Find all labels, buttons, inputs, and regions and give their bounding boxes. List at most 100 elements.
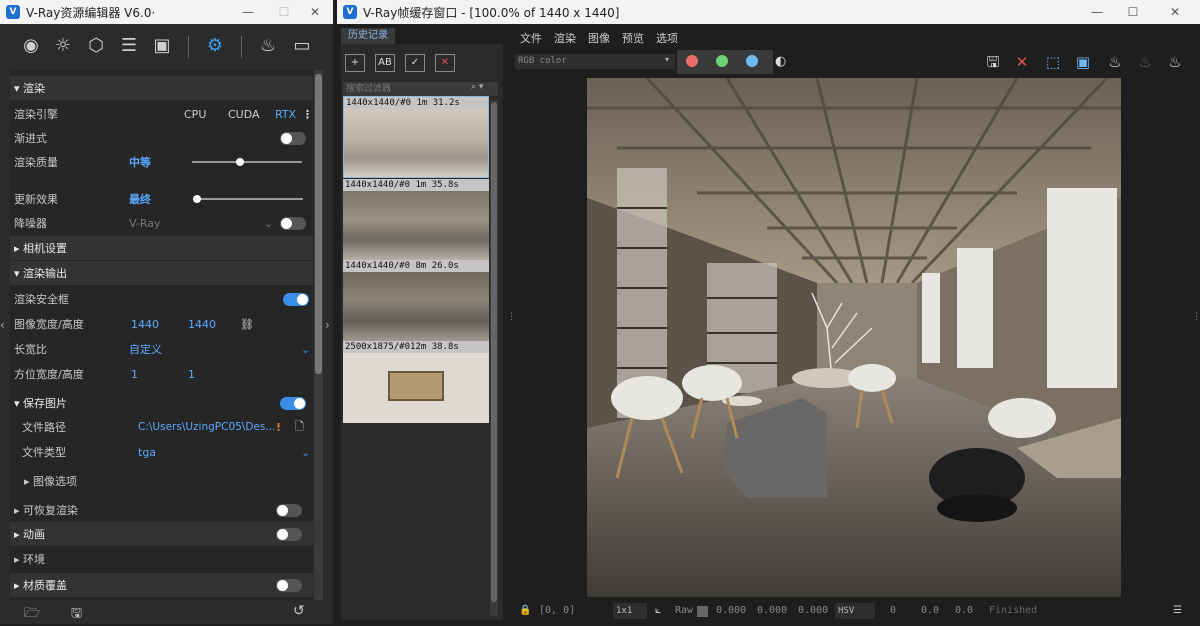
geometry-cube-icon[interactable]: ⬡ [84, 34, 108, 58]
history-item[interactable]: 1440x1440/#0 1m 31.2s [343, 96, 489, 178]
asset-editor-bottom-bar: 🗁 🖫 ↺ [0, 600, 333, 624]
expand-right-arrow-icon[interactable]: › [325, 318, 330, 332]
menu-file[interactable]: 文件 [520, 30, 542, 46]
channel-select[interactable]: RGB color [515, 54, 675, 69]
engine-rtx-option[interactable]: RTX [275, 108, 296, 121]
history-scrollbar-thumb[interactable] [491, 102, 497, 602]
safe-frame-toggle[interactable] [283, 293, 309, 306]
menu-options[interactable]: 选项 [656, 30, 678, 46]
section-animation[interactable]: ▸ 动画 [10, 522, 313, 546]
channel-dropdown-icon[interactable]: ▾ [665, 55, 669, 64]
image-width-input[interactable]: 1440 [131, 318, 159, 331]
browse-file-icon[interactable]: 🗋 [295, 418, 304, 437]
update-effect-row: 更新效果 最终 [10, 187, 313, 211]
load-history-icon[interactable]: ✓ [405, 54, 425, 72]
remove-history-icon[interactable]: ✕ [435, 54, 455, 72]
splitter-grip-icon[interactable]: ⋮ [507, 312, 516, 322]
save-image-toggle[interactable] [280, 397, 306, 410]
resumable-toggle[interactable] [276, 504, 302, 517]
minimize-button[interactable]: — [1079, 0, 1115, 24]
file-path-input[interactable]: C:\Users\UzingPC05\Des... [138, 421, 275, 433]
menu-render[interactable]: 渲染 [554, 30, 576, 46]
history-scrollbar[interactable] [490, 100, 498, 616]
menu-image[interactable]: 图像 [588, 30, 610, 46]
settings-scrollbar[interactable] [314, 70, 323, 600]
green-channel-icon[interactable] [716, 55, 728, 67]
quality-slider-track[interactable] [192, 161, 302, 163]
progressive-label: 渐进式 [14, 132, 47, 145]
render-viewport[interactable] [587, 78, 1121, 597]
frame-buffer-icon[interactable]: ▭ [290, 34, 314, 58]
red-channel-icon[interactable] [686, 55, 698, 67]
aspect-select[interactable]: 自定义 [129, 341, 162, 357]
layers-icon[interactable]: ☰ [117, 34, 141, 58]
section-render[interactable]: ▾ 渲染 [10, 76, 313, 100]
region-render-icon[interactable]: ⬚ [1043, 52, 1063, 72]
file-type-chevron-icon[interactable]: ⌄ [301, 446, 310, 459]
image-height-input[interactable]: 1440 [188, 318, 216, 331]
collapse-left-arrow-icon[interactable]: ‹ [0, 318, 5, 332]
color-picker-icon[interactable]: ⟀ [655, 605, 661, 616]
engine-cuda-option[interactable]: CUDA [228, 108, 260, 121]
zoom-select[interactable]: 1x1 [613, 603, 647, 619]
engine-cpu-option[interactable]: CPU [184, 108, 206, 121]
settings-gear-icon[interactable]: ⚙ [203, 34, 227, 58]
more-options-icon[interactable]: ⋮ [302, 108, 313, 121]
denoiser-value[interactable]: V-Ray [129, 217, 161, 230]
materials-sphere-icon[interactable]: ◉ [19, 34, 43, 58]
aspect-chevron-icon[interactable]: ⌄ [301, 343, 310, 356]
progressive-toggle[interactable] [280, 132, 306, 145]
light-bulb-icon[interactable]: ☼ [51, 34, 75, 58]
link-chain-icon[interactable]: ⛓ [240, 318, 254, 331]
close-button[interactable]: ✕ [297, 0, 333, 24]
ab-compare-icon[interactable]: AB [375, 54, 395, 72]
log-panel-icon[interactable]: ☰ [1173, 605, 1182, 616]
color-mode-select[interactable]: HSV [835, 603, 875, 619]
image-options-row[interactable]: ▸ 图像选项 [10, 469, 313, 493]
lock-coords-icon[interactable]: 🔒 [519, 605, 531, 616]
denoiser-toggle[interactable] [280, 217, 306, 230]
textures-icon[interactable]: ▣ [150, 34, 174, 58]
interactive-render-icon[interactable]: ♨ [1135, 52, 1155, 72]
denoiser-chevron-icon[interactable]: ⌄ [264, 217, 273, 230]
clear-image-icon[interactable]: ✕ [1012, 52, 1032, 72]
update-slider-knob[interactable] [193, 195, 201, 203]
save-image-row[interactable]: ▾ 保存图片 [10, 391, 313, 415]
section-render-output[interactable]: ▾ 渲染输出 [10, 261, 313, 285]
menu-preview[interactable]: 预览 [622, 30, 644, 46]
animation-toggle[interactable] [276, 528, 302, 541]
render-teapot-icon[interactable]: ♨ [1105, 52, 1125, 72]
update-slider-track[interactable] [193, 198, 303, 200]
alpha-channel-icon[interactable]: ◐ [775, 54, 786, 69]
section-resumable[interactable]: ▸ 可恢复渲染 [10, 498, 313, 522]
pixel-aspect-height-input[interactable]: 1 [188, 368, 195, 381]
section-material-override[interactable]: ▸ 材质覆盖 [10, 573, 313, 597]
open-folder-icon[interactable]: 🗁 [24, 604, 40, 626]
save-image-icon[interactable]: 🖫 [983, 52, 1003, 72]
splitter-grip-icon-right[interactable]: ⋮ [1192, 312, 1200, 322]
safe-frame-label: 渲染安全框 [14, 293, 69, 306]
blue-channel-icon[interactable] [746, 55, 758, 67]
quality-slider-knob[interactable] [236, 158, 244, 166]
render-teapot-icon[interactable]: ♨ [256, 34, 280, 58]
history-tab[interactable]: 历史记录 [341, 28, 395, 44]
history-item[interactable]: 1440x1440/#0 8m 26.0s [343, 260, 489, 342]
section-environment[interactable]: ▸ 环境 [10, 547, 313, 571]
update-effect-value: 最终 [129, 193, 151, 206]
track-mouse-icon[interactable]: ▣ [1073, 52, 1093, 72]
file-type-select[interactable]: tga [138, 446, 156, 459]
building-model-thumbnail [388, 371, 444, 401]
revert-icon[interactable]: ↺ [293, 603, 305, 619]
stop-render-icon[interactable]: ♨ [1165, 52, 1185, 72]
minimize-button[interactable]: — [230, 0, 266, 24]
material-override-toggle[interactable] [276, 579, 302, 592]
maximize-button[interactable]: ☐ [1115, 0, 1151, 24]
save-disk-icon[interactable]: 🖫 [71, 604, 82, 626]
section-camera[interactable]: ▸ 相机设置 [10, 236, 313, 260]
settings-scrollbar-thumb[interactable] [315, 74, 322, 374]
history-item[interactable]: 1440x1440/#0 1m 35.8s [343, 179, 489, 261]
history-item[interactable]: 2500x1875/#012m 38.8s [343, 341, 489, 423]
close-button[interactable]: ✕ [1157, 0, 1193, 24]
pixel-aspect-width-input[interactable]: 1 [131, 368, 138, 381]
add-to-history-icon[interactable]: + [345, 54, 365, 72]
